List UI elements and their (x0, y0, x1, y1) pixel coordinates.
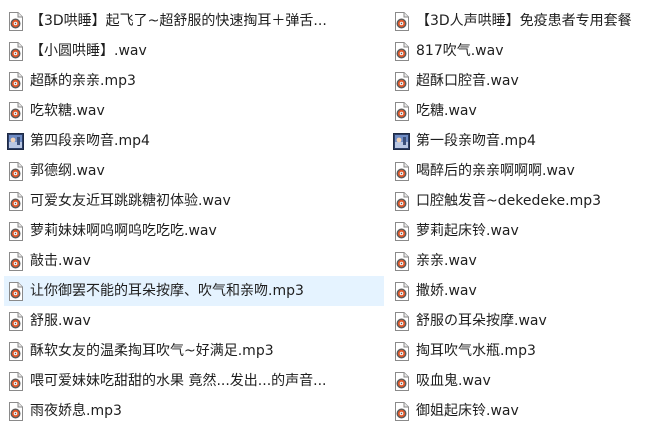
file-item[interactable]: 舒服の耳朵按摩.wav (390, 306, 648, 336)
file-name: 萝莉起床铃.wav (416, 223, 519, 239)
audio-file-icon (393, 371, 410, 391)
file-name: 可爱女友近耳跳跳糖初体验.wav (30, 193, 231, 209)
file-item[interactable]: 超酥口腔音.wav (390, 66, 648, 96)
video-file-icon (393, 132, 410, 151)
file-name: 亲亲.wav (416, 253, 477, 269)
audio-file-icon (7, 101, 24, 121)
file-item[interactable]: 【小圆哄睡】.wav (4, 36, 384, 66)
file-name: 超酥口腔音.wav (416, 73, 519, 89)
file-name: 萝莉妹妹啊呜啊呜吃吃吃.wav (30, 223, 217, 239)
file-item[interactable]: 舒服.wav (4, 306, 384, 336)
file-name: 舒服.wav (30, 313, 91, 329)
audio-file-icon (7, 41, 24, 61)
file-item[interactable]: 撒娇.wav (390, 276, 648, 306)
audio-file-icon (393, 11, 410, 31)
audio-file-icon (393, 41, 410, 61)
audio-file-icon (393, 251, 410, 271)
audio-file-icon (393, 161, 410, 181)
file-list-pane: 【3D哄睡】起飞了~超舒服的快速掏耳＋弹舌... 【小圆哄睡】.wav 超酥的亲亲.… (0, 0, 648, 424)
file-item[interactable]: 吃糖.wav (390, 96, 648, 126)
audio-file-icon (393, 341, 410, 361)
file-name: 【3D哄睡】起飞了~超舒服的快速掏耳＋弹舌... (30, 13, 327, 29)
file-name: 817吹气.wav (416, 43, 504, 59)
audio-file-icon (7, 341, 24, 361)
file-item[interactable]: 郭德纲.wav (4, 156, 384, 186)
audio-file-icon (7, 401, 24, 421)
file-list-column-right: 【3D人声哄睡】免疫患者专用套餐 817吹气.wav 超酥口腔音.wav 吃糖.wav… (390, 6, 648, 426)
file-name: 掏耳吹气水瓶.mp3 (416, 343, 536, 359)
file-name: 御姐起床铃.wav (416, 403, 519, 419)
video-file-icon (7, 132, 24, 151)
audio-file-icon (7, 161, 24, 181)
file-name: 第一段亲吻音.mp4 (416, 133, 536, 149)
file-item[interactable]: 萝莉妹妹啊呜啊呜吃吃吃.wav (4, 216, 384, 246)
file-name: 口腔触发音~dekedeke.mp3 (416, 193, 602, 209)
file-name: 雨夜娇息.mp3 (30, 403, 122, 419)
file-item[interactable]: 口腔触发音~dekedeke.mp3 (390, 186, 648, 216)
audio-file-icon (393, 401, 410, 421)
file-name: 喂可爱妹妹吃甜甜的水果 竟然...发出...的声音... (30, 373, 327, 389)
file-item[interactable]: 喝醉后的亲亲啊啊啊.wav (390, 156, 648, 186)
audio-file-icon (7, 251, 24, 271)
file-name: 喝醉后的亲亲啊啊啊.wav (416, 163, 575, 179)
audio-file-icon (7, 311, 24, 331)
file-item[interactable]: 【3D人声哄睡】免疫患者专用套餐 (390, 6, 648, 36)
file-name: 【小圆哄睡】.wav (30, 43, 147, 59)
file-item[interactable]: 可爱女友近耳跳跳糖初体验.wav (4, 186, 384, 216)
audio-file-icon (7, 371, 24, 391)
file-name: 敲击.wav (30, 253, 91, 269)
audio-file-icon (393, 311, 410, 331)
file-name: 吃软糖.wav (30, 103, 105, 119)
audio-file-icon (393, 281, 410, 301)
file-name: 第四段亲吻音.mp4 (30, 133, 150, 149)
file-name: 让你御罢不能的耳朵按摩、吹气和亲吻.mp3 (30, 283, 304, 299)
file-item[interactable]: 817吹气.wav (390, 36, 648, 66)
file-name: 舒服の耳朵按摩.wav (416, 313, 547, 329)
file-item[interactable]: 【3D哄睡】起飞了~超舒服的快速掏耳＋弹舌... (4, 6, 384, 36)
file-name: 超酥的亲亲.mp3 (30, 73, 136, 89)
audio-file-icon (393, 71, 410, 91)
audio-file-icon (7, 221, 24, 241)
audio-file-icon (393, 101, 410, 121)
file-list-column-left: 【3D哄睡】起飞了~超舒服的快速掏耳＋弹舌... 【小圆哄睡】.wav 超酥的亲亲.… (4, 6, 384, 426)
file-item[interactable]: 吸血鬼.wav (390, 366, 648, 396)
file-name: 撒娇.wav (416, 283, 477, 299)
file-item[interactable]: 吃软糖.wav (4, 96, 384, 126)
file-item[interactable]: 亲亲.wav (390, 246, 648, 276)
file-item[interactable]: 超酥的亲亲.mp3 (4, 66, 384, 96)
file-name: 酥软女友的温柔掏耳吹气~好满足.mp3 (30, 343, 274, 359)
file-item[interactable]: 掏耳吹气水瓶.mp3 (390, 336, 648, 366)
file-name: 【3D人声哄睡】免疫患者专用套餐 (416, 13, 632, 29)
file-item[interactable]: 敲击.wav (4, 246, 384, 276)
file-item[interactable]: 喂可爱妹妹吃甜甜的水果 竟然...发出...的声音... (4, 366, 384, 396)
file-item[interactable]: 御姐起床铃.wav (390, 396, 648, 426)
file-name: 郭德纲.wav (30, 163, 105, 179)
file-item[interactable]: 雨夜娇息.mp3 (4, 396, 384, 426)
file-item[interactable]: 第四段亲吻音.mp4 (4, 126, 384, 156)
file-item[interactable]: 让你御罢不能的耳朵按摩、吹气和亲吻.mp3 (4, 276, 384, 306)
file-item[interactable]: 第一段亲吻音.mp4 (390, 126, 648, 156)
audio-file-icon (393, 191, 410, 211)
audio-file-icon (7, 281, 24, 301)
audio-file-icon (393, 221, 410, 241)
file-name: 吸血鬼.wav (416, 373, 491, 389)
file-name: 吃糖.wav (416, 103, 477, 119)
audio-file-icon (7, 71, 24, 91)
audio-file-icon (7, 11, 24, 31)
file-item[interactable]: 萝莉起床铃.wav (390, 216, 648, 246)
audio-file-icon (7, 191, 24, 211)
file-item[interactable]: 酥软女友的温柔掏耳吹气~好满足.mp3 (4, 336, 384, 366)
